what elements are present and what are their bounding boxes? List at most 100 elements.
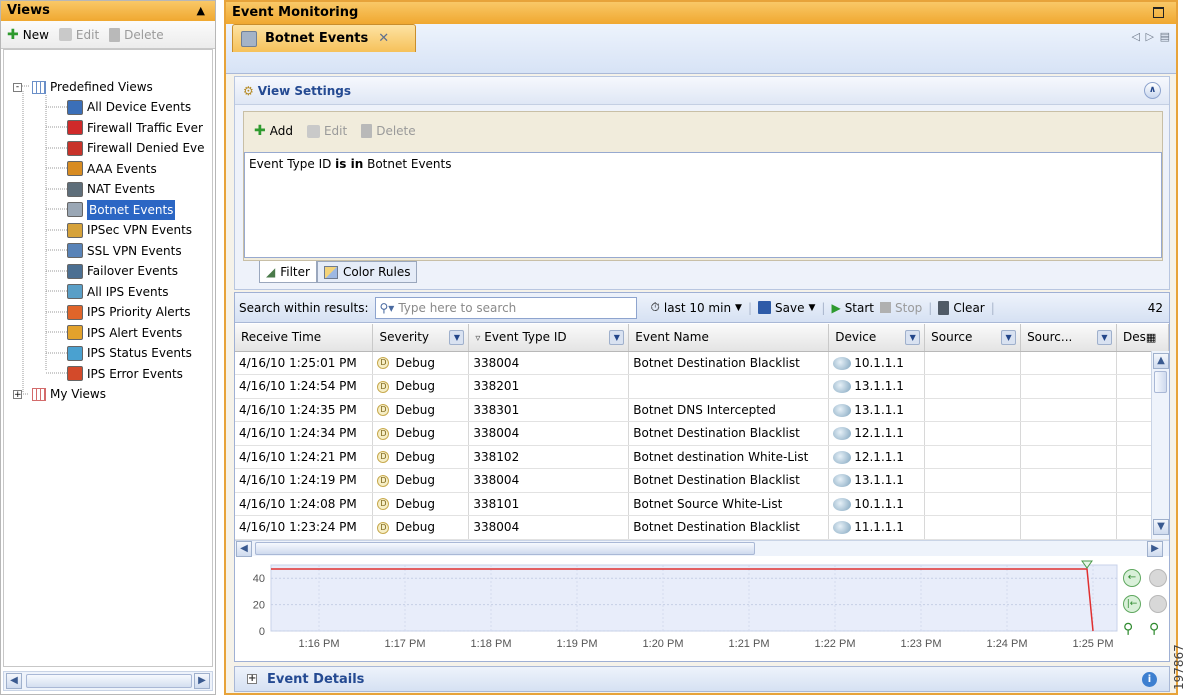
col-event-type-id[interactable]: ▿ Event Type ID ▼ (468, 324, 630, 352)
start-button[interactable]: ▶ Start (831, 301, 874, 315)
filter-criteria-box[interactable]: Event Type ID is in Botnet Events (244, 152, 1162, 258)
view-icon (67, 284, 83, 300)
jump-end-icon[interactable] (1149, 595, 1167, 613)
scroll-thumb[interactable] (1154, 371, 1167, 393)
table-vscrollbar[interactable]: ▲ ▼ (1151, 351, 1169, 539)
tab-scroll-left-icon[interactable]: ◁ (1132, 30, 1140, 43)
scroll-right-icon[interactable]: ▶ (1147, 541, 1163, 557)
chevron-down-icon[interactable]: ▼ (1001, 330, 1017, 345)
cell-event-name: Botnet Destination Blacklist (628, 468, 830, 493)
new-view-button[interactable]: ✚ New (7, 27, 49, 43)
chevron-down-icon[interactable]: ▼ (449, 330, 465, 345)
close-tab-icon[interactable]: ✕ (378, 31, 389, 46)
start-label: Start (844, 300, 875, 315)
table-row[interactable]: 4/16/10 1:24:54 PM D Debug 338201 13.1.1.1 (235, 374, 1170, 399)
cell-device: 12.1.1.1 (828, 445, 926, 469)
table-row[interactable]: 4/16/10 1:24:08 PM D Debug 338101 Botnet Sou… (235, 492, 1170, 516)
scroll-left-icon[interactable]: ◀ (236, 541, 252, 557)
time-range-dropdown[interactable]: ⏱ last 10 min ▼ (651, 300, 742, 315)
tab-color-rules[interactable]: Color Rules (316, 261, 418, 283)
clear-button[interactable]: Clear (938, 300, 985, 315)
table-row[interactable]: 4/16/10 1:24:21 PM D Debug 338102 Botnet des… (235, 445, 1170, 469)
play-icon: ▶ (831, 300, 841, 315)
cell-receive-time: 4/16/10 1:24:54 PM (235, 374, 374, 399)
stop-button[interactable]: Stop (880, 301, 922, 315)
event-details-section[interactable]: + Event Details i (234, 666, 1170, 692)
cell-receive-time-text: 4/16/10 1:24:19 PM (239, 473, 357, 488)
botnet-view-icon (241, 30, 257, 47)
chevron-down-icon[interactable]: ▼ (609, 330, 625, 345)
cell-event-name: Botnet DNS Intercepted (628, 398, 830, 422)
chevron-down-icon[interactable]: ▼ (1096, 330, 1112, 345)
view-icon (67, 366, 83, 382)
maximize-icon[interactable] (1153, 7, 1164, 18)
column-chooser-icon[interactable]: ▦ (1146, 331, 1156, 344)
cell-device-text: 13.1.1.1 (854, 402, 904, 417)
cell-severity-text: Debug (395, 473, 435, 488)
cell-receive-time-text: 4/16/10 1:23:24 PM (239, 520, 357, 535)
x-tick-label: 1:20 PM (643, 638, 684, 650)
cell-receive-time-text: 4/16/10 1:24:54 PM (239, 379, 357, 394)
pin-icon[interactable]: ▲ (197, 1, 205, 21)
delete-filter-button[interactable]: Delete (361, 124, 416, 138)
pan-right-icon[interactable] (1149, 569, 1167, 587)
col-source[interactable]: Source ▼ (924, 324, 1022, 352)
cell-device: 10.1.1.1 (828, 351, 926, 375)
table-row[interactable]: 4/16/10 1:24:35 PM D Debug 338301 Botnet DNS… (235, 398, 1170, 422)
tab-scroll-right-icon[interactable]: ▷ (1146, 30, 1154, 43)
table-row[interactable]: 4/16/10 1:24:19 PM D Debug 338004 Botnet Des… (235, 468, 1170, 493)
chevron-down-icon[interactable]: ▼ (905, 330, 921, 345)
scroll-right-icon[interactable]: ▶ (194, 673, 210, 689)
cell-source-port (1020, 445, 1117, 469)
scroll-down-icon[interactable]: ▼ (1153, 519, 1169, 535)
scroll-up-icon[interactable]: ▲ (1153, 353, 1169, 369)
add-filter-button[interactable]: ✚ Add (254, 123, 293, 139)
col-label: Severity (379, 330, 430, 345)
table-row[interactable]: 4/16/10 1:25:01 PM D Debug 338004 Botnet Des… (235, 351, 1170, 375)
cell-receive-time-text: 4/16/10 1:24:08 PM (239, 496, 357, 511)
collapse-icon[interactable]: - (13, 82, 22, 92)
col-severity[interactable]: Severity ▼ (372, 324, 470, 352)
col-destination[interactable]: Des▦ (1116, 324, 1170, 352)
views-hscrollbar[interactable]: ◀ ▶ (3, 671, 213, 691)
expand-icon[interactable]: + (13, 389, 22, 399)
trash-icon (938, 300, 950, 315)
jump-start-icon[interactable]: |← (1123, 595, 1141, 613)
folder-grid-icon (32, 387, 46, 401)
collapse-section-icon[interactable]: ∧ (1144, 82, 1161, 99)
search-input[interactable]: ⚲▾ Type here to search (374, 296, 637, 319)
save-button[interactable]: Save ▼ (758, 301, 815, 315)
expand-icon[interactable]: + (247, 674, 257, 684)
table-hscrollbar[interactable]: ◀ ▶ (235, 540, 1169, 557)
tree-item-label: SSL VPN Events (87, 243, 182, 258)
col-event-name[interactable]: Event Name (628, 324, 830, 352)
zoom-out-icon[interactable]: ⚲ (1149, 621, 1159, 637)
cell-device-text: 11.1.1.1 (854, 520, 904, 535)
pan-left-icon[interactable]: ← (1123, 569, 1141, 587)
x-tick-label: 1:19 PM (557, 638, 598, 650)
info-icon[interactable]: i (1142, 671, 1157, 687)
x-tick-label: 1:25 PM (1073, 638, 1114, 650)
delete-view-button[interactable]: Delete (109, 27, 164, 42)
col-device[interactable]: Device ▼ (828, 324, 926, 352)
scroll-left-icon[interactable]: ◀ (6, 673, 22, 689)
scroll-thumb[interactable] (255, 542, 755, 555)
edit-view-button[interactable]: Edit (58, 28, 99, 42)
cell-event-type-id-text: 338004 (473, 426, 520, 441)
cell-source-port (1020, 515, 1117, 540)
table-row[interactable]: 4/16/10 1:23:24 PM D Debug 338004 Botnet Des… (235, 515, 1170, 540)
cell-event-type-id: 338102 (468, 445, 630, 469)
tab-list-icon[interactable]: ▤ (1160, 30, 1170, 43)
tab-botnet-events[interactable]: Botnet Events ✕ (232, 24, 416, 52)
table-row[interactable]: 4/16/10 1:24:34 PM D Debug 338004 Botnet Des… (235, 421, 1170, 446)
edit-filter-button[interactable]: Edit (306, 124, 347, 138)
tree-item-label: All IPS Events (87, 284, 169, 299)
view-icon (67, 99, 83, 115)
col-receive-time[interactable]: Receive Time (235, 324, 374, 352)
zoom-in-icon[interactable]: ⚲ (1123, 621, 1133, 637)
col-source-port[interactable]: Sourc... ▼ (1020, 324, 1117, 352)
search-label: Search within results: (239, 300, 369, 315)
scroll-thumb[interactable] (26, 674, 192, 688)
tab-filter[interactable]: ◢ Filter (259, 261, 317, 283)
col-label: Event Type ID (484, 330, 567, 345)
